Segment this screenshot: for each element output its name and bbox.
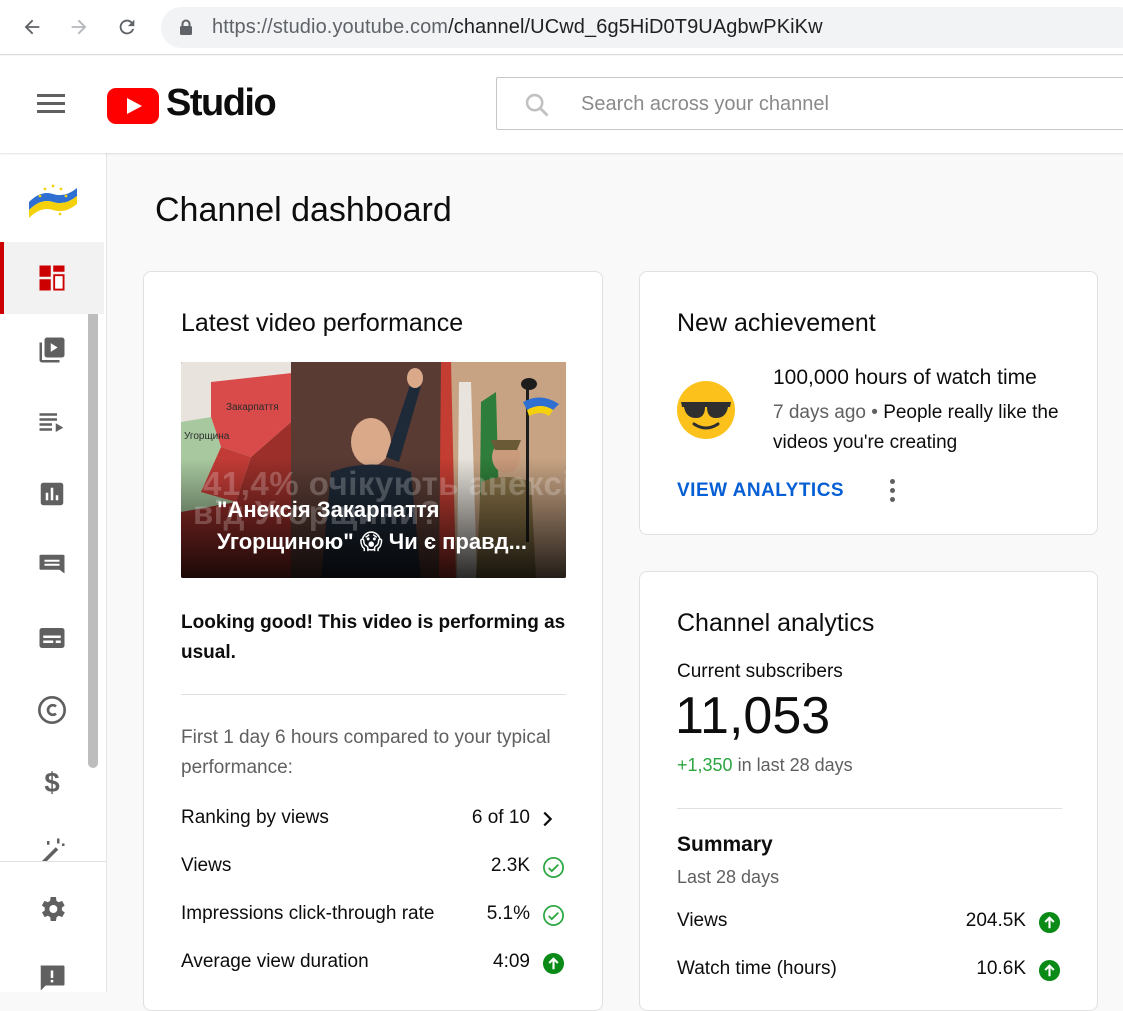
summary-title: Summary (677, 833, 773, 856)
subtitles-icon (39, 628, 65, 648)
channel-avatar[interactable] (27, 180, 79, 220)
latest-video-title: Latest video performance (181, 309, 464, 337)
sidebar-item-dashboard[interactable] (0, 242, 104, 314)
map-label-hungary: Угорщина (184, 431, 230, 442)
summary-label: Views (677, 910, 728, 931)
metric-row-ctr: Impressions click-through rate 5.1% (181, 901, 566, 931)
metric-value: 6 of 10 (471, 807, 530, 828)
browser-toolbar: https://studio.youtube.com/channel/UCwd_… (0, 0, 1123, 55)
metric-row-ranking[interactable]: Ranking by views 6 of 10 (181, 805, 566, 835)
dashboard-icon (39, 265, 65, 291)
search-placeholder: Search across your channel (581, 93, 829, 115)
chevron-right-icon[interactable] (536, 808, 558, 830)
subscribers-label: Current subscribers (677, 661, 843, 682)
summary-row-views: Views 204.5K (677, 908, 1062, 938)
lock-icon (180, 19, 192, 35)
subscribers-delta: +1,350 in last 28 days (677, 755, 853, 775)
svg-text:$: $ (44, 767, 59, 797)
sidebar-item-analytics[interactable] (0, 458, 104, 530)
metric-value: 4:09 (493, 951, 530, 972)
back-button[interactable] (15, 10, 49, 44)
view-analytics-button[interactable]: VIEW ANALYTICS (677, 480, 844, 502)
map-label-transcarpathia: Закарпаття (226, 402, 279, 413)
card-divider (181, 694, 566, 695)
comparison-text: First 1 day 6 hours compared to your typ… (181, 727, 551, 778)
card-divider (677, 808, 1062, 809)
reload-icon (119, 19, 135, 35)
check-circle-icon (543, 857, 564, 878)
forward-button[interactable] (62, 10, 96, 44)
sidebar: $ (0, 153, 107, 992)
sidebar-item-subtitles[interactable] (0, 602, 104, 674)
forward-arrow-icon (71, 19, 87, 35)
sidebar-item-monetization[interactable]: $ (0, 746, 104, 818)
copyright-icon (38, 696, 66, 724)
metric-label: Impressions click-through rate (181, 903, 435, 924)
studio-logo-text[interactable]: Studio (166, 82, 277, 125)
app-header: Studio Search across your channel (0, 56, 1123, 153)
channel-analytics-title: Channel analytics (677, 609, 875, 637)
metric-label: Ranking by views (181, 807, 329, 828)
summary-row-watch-time: Watch time (hours) 10.6K (677, 956, 1062, 986)
achievement-card: New achievement 100,000 hours of watch t… (639, 271, 1098, 535)
arrow-up-circle-icon (542, 952, 565, 975)
metric-row-views: Views 2.3K (181, 853, 566, 883)
achievement-card-title: New achievement (677, 309, 876, 337)
playlists-icon (39, 413, 64, 432)
sidebar-divider (0, 861, 106, 862)
metric-label: Average view duration (181, 951, 369, 972)
comments-icon (39, 554, 65, 574)
latest-video-card: Latest video performance Закарпаття Угор… (143, 271, 603, 1011)
metric-value: 5.1% (486, 903, 530, 924)
monetization-icon: $ (44, 767, 59, 797)
arrow-up-circle-icon (1038, 911, 1061, 934)
performance-message: Looking good! This video is performing a… (181, 612, 566, 663)
search-input[interactable]: Search across your channel (496, 77, 1123, 130)
summary-period: Last 28 days (677, 867, 780, 887)
sidebar-item-settings[interactable] (0, 873, 104, 945)
customization-icon (41, 838, 65, 862)
sidebar-item-feedback[interactable] (0, 945, 104, 992)
sidebar-item-content[interactable] (0, 314, 104, 386)
more-options-icon[interactable] (888, 479, 896, 507)
summary-value: 10.6K (976, 958, 1026, 979)
analytics-icon (40, 482, 64, 506)
content-icon (39, 337, 65, 363)
url-text: https://studio.youtube.com/channel/UCwd_… (212, 16, 823, 38)
metric-value: 2.3K (490, 855, 530, 876)
sidebar-item-comments[interactable] (0, 530, 104, 602)
summary-value: 204.5K (965, 910, 1026, 931)
metric-row-avg-duration: Average view duration 4:09 (181, 949, 566, 979)
channel-analytics-card: Channel analytics Current subscribers 11… (639, 571, 1098, 1011)
feedback-icon (40, 965, 65, 991)
achievement-headline: 100,000 hours of watch time (773, 366, 1037, 389)
summary-label: Watch time (hours) (677, 958, 837, 979)
video-title[interactable]: "Анексія Закарпаття Угорщиною" 😱 Чи є пр… (217, 494, 537, 558)
metric-label: Views (181, 855, 232, 876)
address-bar[interactable]: https://studio.youtube.com/channel/UCwd_… (161, 7, 1123, 48)
reload-button[interactable] (110, 10, 144, 44)
achievement-description: 7 days ago • People really like the vide… (773, 402, 1059, 453)
sunglasses-emoji-icon (677, 381, 735, 439)
video-thumbnail[interactable]: Закарпаття Угорщина 41,4% очікують анекс… (181, 362, 566, 578)
arrow-up-circle-icon (1038, 959, 1061, 982)
settings-icon (41, 897, 65, 921)
sidebar-item-customization[interactable] (0, 818, 104, 862)
menu-icon[interactable] (37, 94, 67, 116)
youtube-logo-icon[interactable] (107, 88, 159, 129)
back-arrow-icon (24, 19, 40, 35)
subscribers-count: 11,053 (675, 687, 831, 745)
search-icon (525, 93, 549, 117)
sidebar-item-copyright[interactable] (0, 674, 104, 746)
page-title: Channel dashboard (155, 191, 452, 229)
sidebar-item-playlists[interactable] (0, 386, 104, 458)
check-circle-icon (543, 905, 564, 926)
